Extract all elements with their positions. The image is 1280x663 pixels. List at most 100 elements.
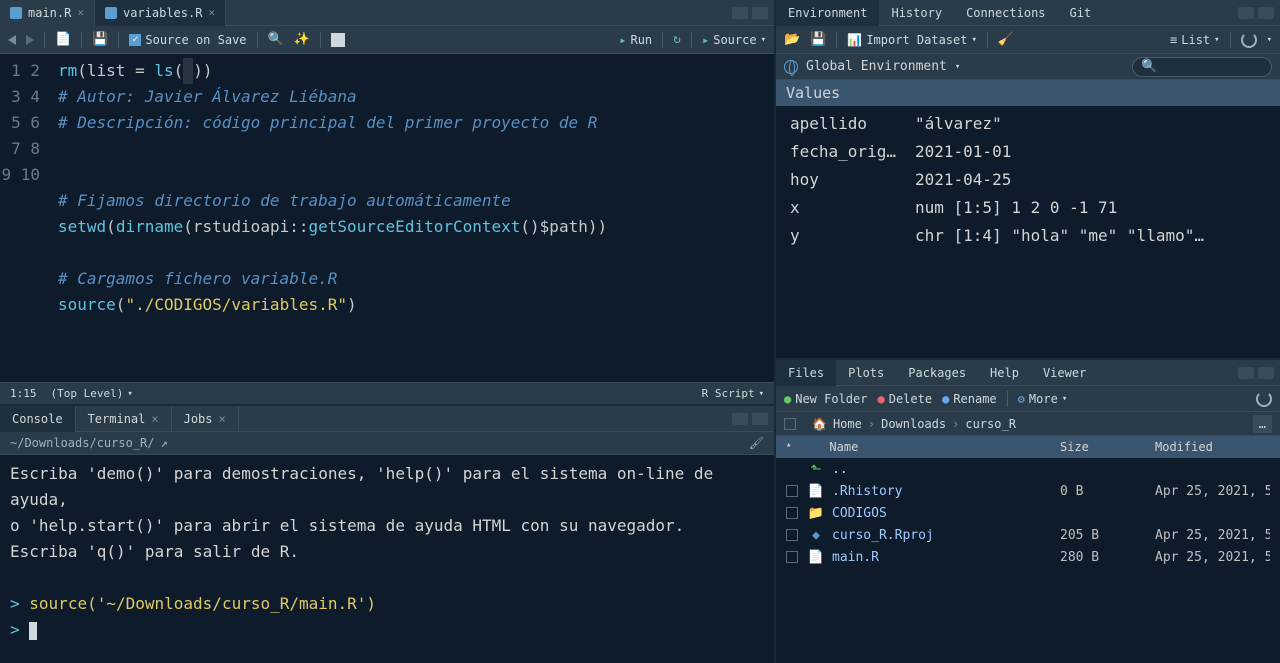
- env-row[interactable]: fecha_orig…2021-01-01: [776, 138, 1280, 166]
- home-icon[interactable]: 🏠: [812, 417, 827, 431]
- maximize-pane-button[interactable]: [1258, 7, 1274, 19]
- file-icon: 📄: [808, 483, 824, 499]
- maximize-pane-button[interactable]: [752, 7, 768, 19]
- wand-icon[interactable]: ✨: [294, 32, 310, 47]
- environment-search[interactable]: 🔍: [1132, 57, 1272, 77]
- globe-icon: [784, 60, 798, 74]
- rename-button[interactable]: ●Rename: [942, 392, 997, 406]
- find-icon[interactable]: 🔍: [268, 32, 284, 47]
- delete-button[interactable]: ●Delete: [877, 392, 932, 406]
- new-folder-button[interactable]: ●New Folder: [784, 392, 867, 406]
- close-icon[interactable]: ×: [208, 6, 215, 19]
- save-icon[interactable]: 💾: [92, 32, 108, 47]
- rerun-icon[interactable]: ↻: [673, 32, 681, 47]
- run-button[interactable]: ▸Run: [619, 33, 652, 47]
- back-icon[interactable]: [8, 35, 16, 45]
- console-output[interactable]: Escriba 'demo()' para demostraciones, 'h…: [0, 455, 774, 663]
- file-row[interactable]: 📁 CODIGOS: [776, 502, 1280, 524]
- code-content[interactable]: rm(list = ls( )) # Autor: Javier Álvarez…: [52, 54, 607, 382]
- environment-toolbar: 📂 💾 📊Import Dataset▾ 🧹 ≡List▾ ▾: [776, 26, 1280, 54]
- minimize-pane-button[interactable]: [1238, 367, 1254, 379]
- maximize-pane-button[interactable]: [752, 413, 768, 425]
- scope-indicator[interactable]: (Top Level): [51, 387, 124, 400]
- tab-plots[interactable]: Plots: [836, 360, 896, 386]
- minimize-pane-button[interactable]: [1238, 7, 1254, 19]
- file-row[interactable]: ◆ curso_R.Rproj 205 B Apr 25, 2021, 5:4: [776, 524, 1280, 546]
- notebook-icon[interactable]: [331, 33, 345, 47]
- more-button[interactable]: ⚙More▾: [1018, 392, 1068, 406]
- close-icon[interactable]: ×: [77, 6, 84, 19]
- tab-files[interactable]: Files: [776, 360, 836, 386]
- load-workspace-icon[interactable]: 📂: [784, 32, 800, 47]
- source-on-save-checkbox[interactable]: ✓Source on Save: [129, 33, 246, 47]
- working-directory: ~/Downloads/curso_R/: [10, 436, 155, 450]
- env-row[interactable]: ychr [1:4] "hola" "me" "llamo"…: [776, 222, 1280, 250]
- files-toolbar: ●New Folder ●Delete ●Rename ⚙More▾: [776, 386, 1280, 412]
- console-tabs: Console Terminal × Jobs ×: [0, 406, 774, 432]
- tab-help[interactable]: Help: [978, 360, 1031, 386]
- save-workspace-icon[interactable]: 💾: [810, 32, 826, 47]
- tab-history[interactable]: History: [879, 0, 954, 26]
- crumb-downloads[interactable]: Downloads: [881, 417, 946, 431]
- console-path-bar: ~/Downloads/curso_R/ ↗ 🖌: [0, 432, 774, 455]
- file-row[interactable]: 📄 main.R 280 B Apr 25, 2021, 5:5: [776, 546, 1280, 568]
- refresh-icon[interactable]: [1241, 32, 1257, 48]
- crumb-home[interactable]: Home: [833, 417, 862, 431]
- environment-values: apellido"álvarez" fecha_orig…2021-01-01 …: [776, 106, 1280, 358]
- r-file-icon: 📄: [808, 549, 824, 565]
- cursor: [29, 622, 37, 640]
- parent-dir-row[interactable]: ⬑ ..: [776, 458, 1280, 480]
- tab-label: variables.R: [123, 6, 202, 20]
- maximize-pane-button[interactable]: [1258, 367, 1274, 379]
- tab-git[interactable]: Git: [1058, 0, 1104, 26]
- goto-dir-button[interactable]: …: [1253, 415, 1272, 433]
- crumb-curso-r[interactable]: curso_R: [965, 417, 1016, 431]
- broom-icon[interactable]: 🧹: [998, 32, 1014, 47]
- select-all-checkbox[interactable]: [784, 418, 796, 430]
- tab-main-r[interactable]: main.R ×: [0, 0, 95, 26]
- environment-scope-bar: Global Environment ▾ 🔍: [776, 54, 1280, 80]
- tab-viewer[interactable]: Viewer: [1031, 360, 1098, 386]
- file-checkbox[interactable]: [786, 529, 798, 541]
- files-tabs: Files Plots Packages Help Viewer: [776, 360, 1280, 386]
- file-row[interactable]: 📄 .Rhistory 0 B Apr 25, 2021, 5:4: [776, 480, 1280, 502]
- tab-environment[interactable]: Environment: [776, 0, 879, 26]
- tab-packages[interactable]: Packages: [896, 360, 978, 386]
- refresh-icon[interactable]: [1256, 391, 1272, 407]
- folder-icon: 📁: [808, 505, 824, 521]
- language-indicator[interactable]: R Script: [702, 387, 755, 400]
- tab-jobs[interactable]: Jobs ×: [172, 406, 239, 432]
- env-row[interactable]: hoy2021-04-25: [776, 166, 1280, 194]
- tab-variables-r[interactable]: variables.R ×: [95, 0, 226, 26]
- file-checkbox[interactable]: [786, 551, 798, 563]
- env-row[interactable]: xnum [1:5] 1 2 0 -1 71: [776, 194, 1280, 222]
- tab-terminal[interactable]: Terminal ×: [76, 406, 172, 432]
- minimize-pane-button[interactable]: [732, 413, 748, 425]
- tab-label: main.R: [28, 6, 71, 20]
- source-button[interactable]: ▸Source▾: [702, 33, 766, 47]
- source-editor[interactable]: 1 2 3 4 5 6 7 8 9 10 rm(list = ls( )) # …: [0, 54, 774, 382]
- env-row[interactable]: apellido"álvarez": [776, 110, 1280, 138]
- r-file-icon: [105, 7, 117, 19]
- broom-icon[interactable]: 🖌: [749, 436, 764, 450]
- environment-tabs: Environment History Connections Git: [776, 0, 1280, 26]
- environment-scope[interactable]: Global Environment: [806, 59, 947, 74]
- file-list: ⬑ .. 📄 .Rhistory 0 B Apr 25, 2021, 5:4 📁…: [776, 458, 1280, 663]
- tab-connections[interactable]: Connections: [954, 0, 1057, 26]
- list-view-button[interactable]: ≡List▾: [1170, 33, 1220, 47]
- up-folder-icon: ⬑: [808, 461, 824, 477]
- popout-icon[interactable]: ↗: [161, 436, 168, 450]
- minimize-pane-button[interactable]: [732, 7, 748, 19]
- values-header: Values: [776, 80, 1280, 106]
- file-checkbox[interactable]: [786, 485, 798, 497]
- file-checkbox[interactable]: [786, 507, 798, 519]
- tab-console[interactable]: Console: [0, 406, 76, 432]
- line-gutter: 1 2 3 4 5 6 7 8 9 10: [0, 54, 52, 382]
- import-dataset-button[interactable]: 📊Import Dataset▾: [847, 33, 977, 47]
- editor-toolbar: 📄 💾 ✓Source on Save 🔍 ✨ ▸Run ↻: [0, 26, 774, 54]
- cursor-position: 1:15: [10, 387, 37, 400]
- editor-tabs: main.R × variables.R ×: [0, 0, 774, 26]
- show-in-new-window-icon[interactable]: 📄: [55, 32, 71, 47]
- editor-status-bar: 1:15 (Top Level) ▾ R Script ▾: [0, 382, 774, 404]
- forward-icon[interactable]: [26, 35, 34, 45]
